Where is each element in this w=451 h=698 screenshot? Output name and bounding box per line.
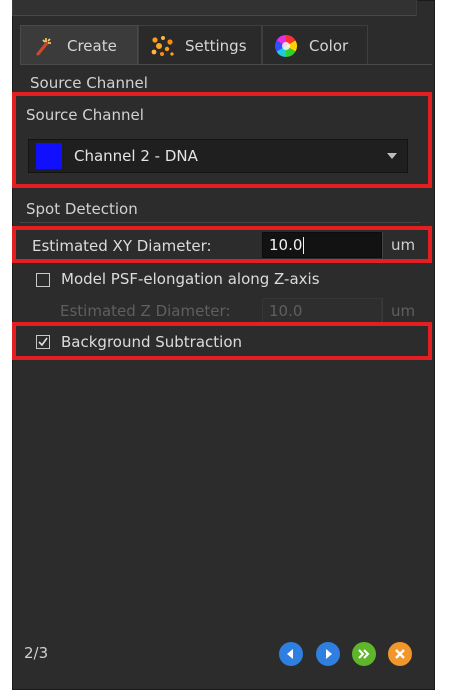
divider bbox=[20, 222, 420, 223]
highlight-xy-diameter bbox=[12, 226, 432, 263]
tab-color[interactable]: Color bbox=[262, 25, 368, 65]
top-toolbar-strip bbox=[12, 0, 417, 16]
next-button[interactable] bbox=[316, 642, 340, 666]
spot-detection-header: Spot Detection bbox=[26, 200, 138, 218]
back-button[interactable] bbox=[279, 642, 303, 666]
z-diameter-unit: um bbox=[382, 298, 418, 324]
cancel-icon bbox=[395, 649, 405, 659]
back-icon bbox=[287, 649, 293, 659]
model-psf-label: Model PSF-elongation along Z-axis bbox=[61, 270, 320, 288]
tab-divider bbox=[20, 64, 432, 65]
z-diameter-label: Estimated Z Diameter: bbox=[60, 302, 231, 320]
tab-settings[interactable]: Settings bbox=[138, 25, 262, 65]
next-icon bbox=[326, 649, 332, 659]
highlight-source-channel bbox=[12, 92, 432, 188]
fast-forward-icon bbox=[358, 649, 370, 659]
tab-create-label: Create bbox=[67, 36, 117, 55]
cancel-button[interactable] bbox=[388, 642, 412, 666]
model-psf-checkbox[interactable] bbox=[36, 273, 50, 287]
source-channel-header: Source Channel bbox=[30, 74, 148, 92]
tab-create[interactable]: Create bbox=[20, 25, 138, 65]
color-wheel-icon bbox=[273, 33, 299, 59]
page-indicator: 2/3 bbox=[24, 644, 49, 662]
tab-settings-label: Settings bbox=[185, 36, 247, 55]
dots-icon bbox=[149, 33, 175, 59]
wand-icon bbox=[31, 33, 57, 59]
finish-button[interactable] bbox=[352, 642, 376, 666]
tab-color-label: Color bbox=[309, 36, 349, 55]
z-diameter-input[interactable]: 10.0 bbox=[262, 298, 382, 324]
highlight-background-subtraction bbox=[12, 322, 432, 360]
